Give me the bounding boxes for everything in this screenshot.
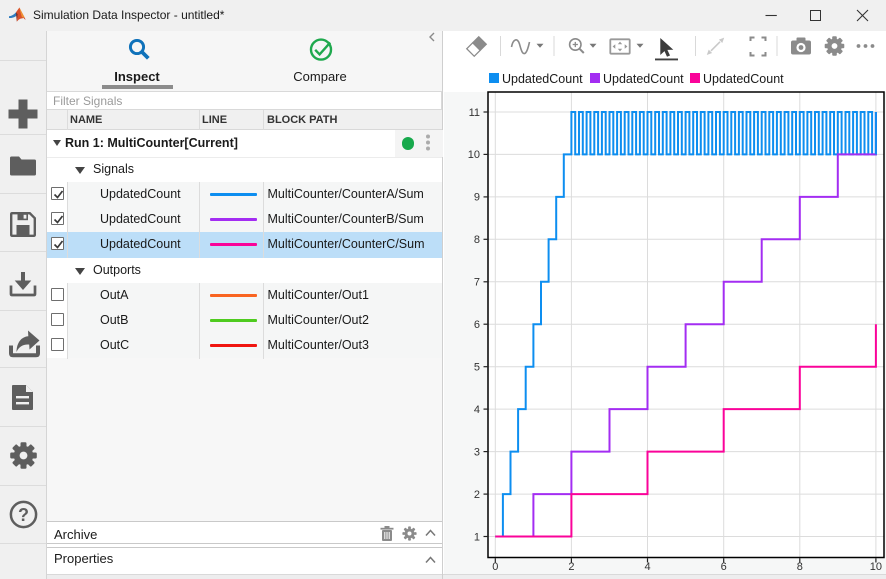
svg-text:6: 6 (721, 561, 727, 573)
svg-text:5: 5 (474, 362, 480, 374)
svg-text:8: 8 (797, 561, 803, 573)
svg-text:9: 9 (474, 192, 480, 204)
svg-text:10: 10 (468, 149, 480, 161)
svg-text:3: 3 (474, 446, 480, 458)
svg-text:1: 1 (474, 531, 480, 543)
svg-text:2: 2 (474, 489, 480, 501)
svg-text:6: 6 (474, 319, 480, 331)
svg-text:2: 2 (568, 561, 574, 573)
svg-text:4: 4 (644, 561, 650, 573)
svg-text:7: 7 (474, 277, 480, 289)
svg-text:0: 0 (492, 561, 498, 573)
svg-text:4: 4 (474, 404, 480, 416)
svg-text:11: 11 (469, 107, 480, 119)
svg-text:10: 10 (870, 561, 882, 573)
svg-text:?: ? (18, 505, 29, 525)
svg-text:8: 8 (474, 234, 480, 246)
